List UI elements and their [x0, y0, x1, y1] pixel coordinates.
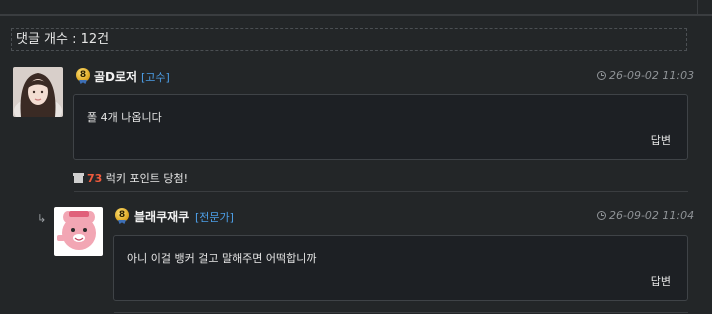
clock-icon [597, 71, 606, 80]
reply-button[interactable]: 답변 [651, 273, 671, 289]
avatar[interactable] [13, 67, 63, 117]
level-badge-icon: 8 [76, 68, 90, 82]
clock-icon [597, 211, 606, 220]
reply-arrow-icon: ↳ [37, 212, 47, 225]
comment-text: 아니 이걸 뱅커 걸고 말해주면 어떡합니까 [127, 252, 317, 265]
rank-label: [전문가] [195, 211, 234, 224]
top-divider [0, 14, 712, 16]
nickname[interactable]: 골D로저 [94, 68, 137, 85]
nickname[interactable]: 블래쿠재쿠 [134, 208, 189, 225]
comment-divider [74, 191, 688, 192]
level-badge-icon: 8 [115, 208, 129, 222]
lucky-point-notice: 73 럭키 포인트 당첨! [73, 170, 189, 186]
rank-label: [고수] [141, 71, 170, 84]
gift-icon [73, 173, 84, 183]
avatar[interactable] [54, 207, 103, 256]
timestamp-text: 26-09-02 11:03 [609, 69, 695, 82]
timestamp-text: 26-09-02 11:04 [609, 209, 695, 222]
comment-bubble: 아니 이걸 뱅커 걸고 말해주면 어떡합니까 답변 [113, 235, 688, 301]
comment-timestamp: 26-09-02 11:04 [597, 209, 694, 222]
lucky-text: 럭키 포인트 당첨! [102, 172, 189, 185]
comment-count: 댓글 개수 : 12건 [11, 28, 687, 51]
comment-timestamp: 26-09-02 11:03 [597, 69, 694, 82]
comment-text: 폴 4개 나옵니다 [87, 111, 162, 124]
lucky-points: 73 [87, 172, 103, 185]
reply-button[interactable]: 답변 [651, 132, 671, 148]
comment-divider [114, 312, 688, 313]
comment-bubble: 폴 4개 나옵니다 답변 [73, 94, 688, 160]
side-divider [697, 0, 698, 16]
